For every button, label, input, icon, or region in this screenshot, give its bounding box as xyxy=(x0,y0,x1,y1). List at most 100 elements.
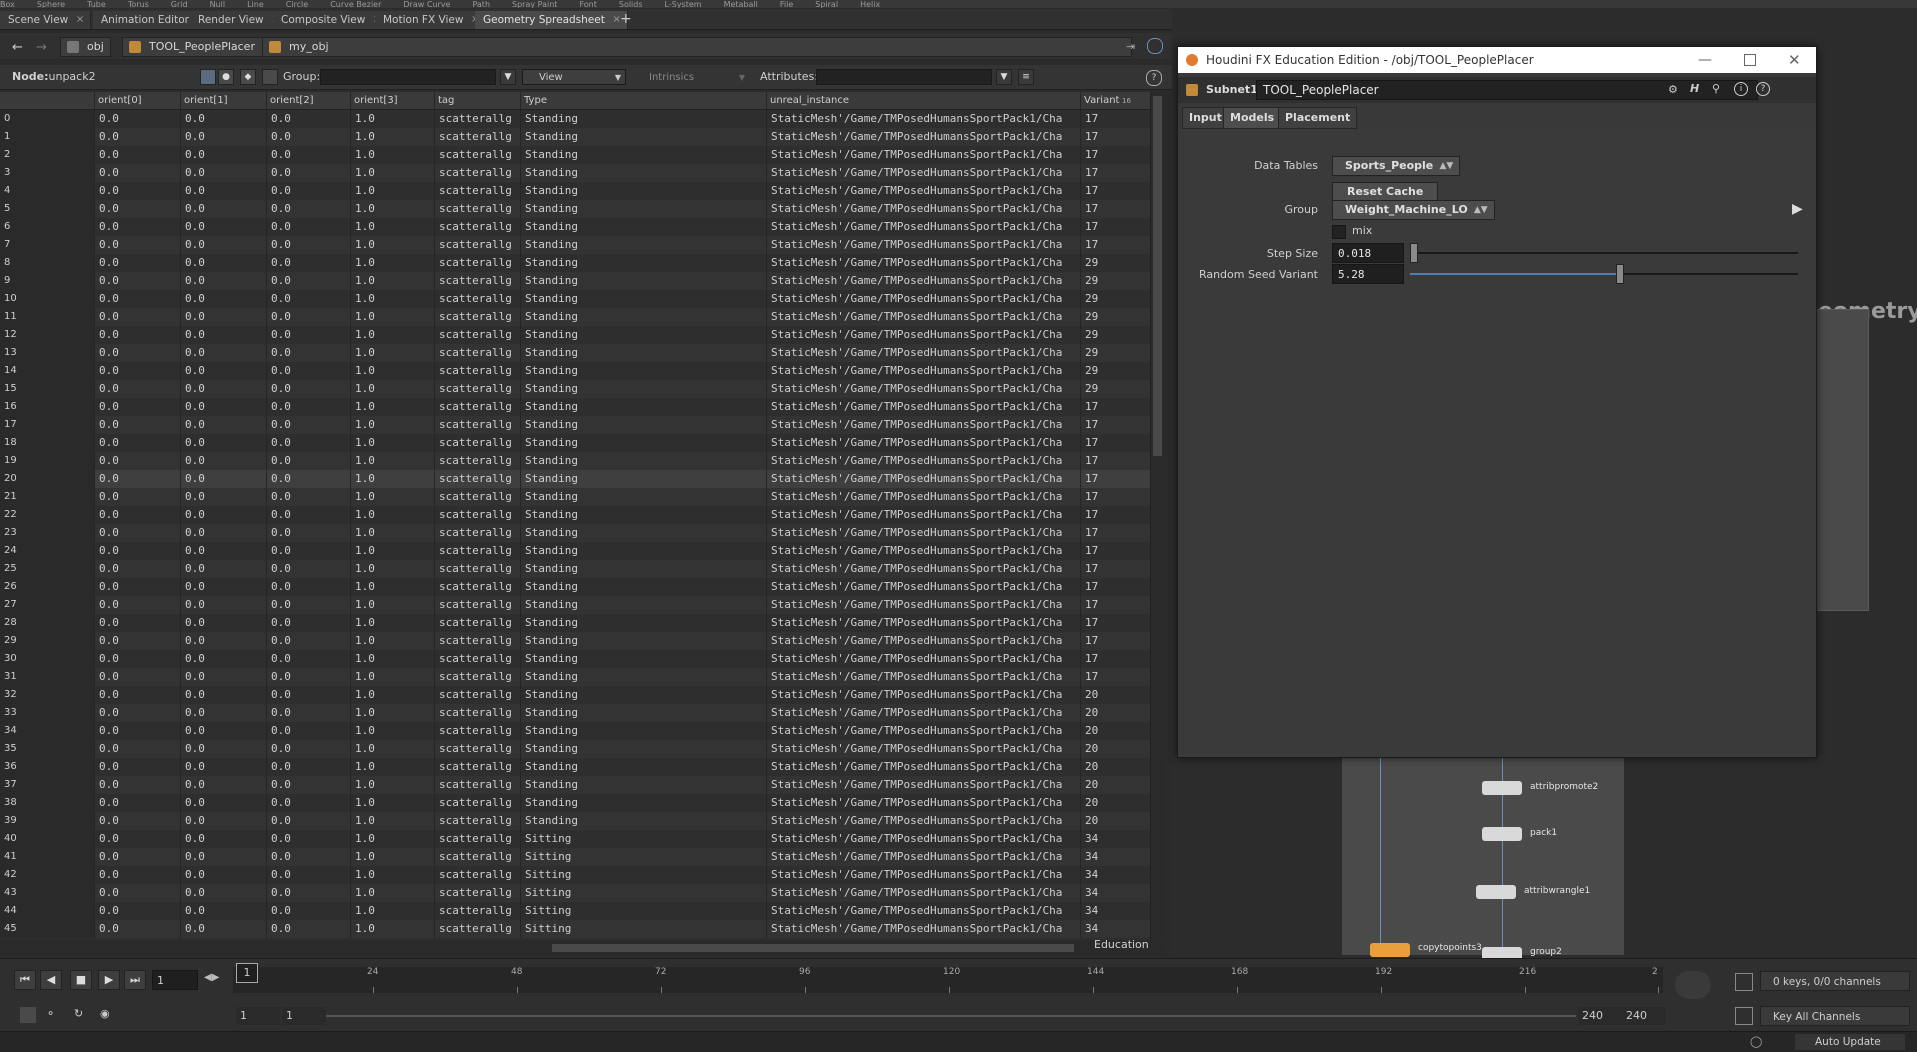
play-reverse-button[interactable]: ◀ xyxy=(40,970,62,990)
vertices-mode-icon[interactable]: ● xyxy=(218,69,234,85)
shelf-tool[interactable]: Spiral xyxy=(815,1,838,9)
houdini-h-icon[interactable]: H xyxy=(1690,82,1699,95)
tab-models[interactable]: Models xyxy=(1223,107,1282,129)
shelf-tool[interactable]: Torus xyxy=(128,1,149,9)
range-end-field-2[interactable]: 240 xyxy=(1622,1007,1666,1025)
table-row[interactable]: 42 0.0 0.0 0.0 1.0 scatterallg Sitting StaticMe… xyxy=(0,866,1150,884)
table-row[interactable]: 1 0.0 0.0 0.0 1.0 scatterallg Standing StaticMe… xyxy=(0,128,1150,146)
table-row[interactable]: 17 0.0 0.0 0.0 1.0 scatterallg Standing StaticM… xyxy=(0,416,1150,434)
jump-end-button[interactable]: ⏭ xyxy=(124,970,146,990)
shelf-tool[interactable]: L-System xyxy=(665,1,702,9)
chat-icon[interactable]: ◯ xyxy=(1750,1035,1762,1048)
shelf-tool[interactable]: Spray Paint xyxy=(512,1,557,9)
table-row[interactable]: 38 0.0 0.0 0.0 1.0 scatterallg Standing StaticM… xyxy=(0,794,1150,812)
shelf-tool[interactable]: Grid xyxy=(171,1,188,9)
forward-arrow-icon[interactable]: → xyxy=(36,40,47,55)
table-row[interactable]: 31 0.0 0.0 0.0 1.0 scatterallg Standing StaticM… xyxy=(0,668,1150,686)
minimize-icon[interactable]: — xyxy=(1698,47,1712,73)
menu-icon[interactable]: ≡ xyxy=(1018,69,1034,85)
range-start-field-2[interactable]: 1 xyxy=(282,1007,326,1025)
key-all-channels-button[interactable]: Key All Channels xyxy=(1760,1006,1910,1026)
detail-mode-icon[interactable] xyxy=(262,69,278,85)
table-row[interactable]: 19 0.0 0.0 0.0 1.0 scatterallg Standing StaticM… xyxy=(0,452,1150,470)
table-row[interactable]: 0 0.0 0.0 0.0 1.0 scatterallg Standing StaticMe… xyxy=(0,110,1150,128)
column-header[interactable]: orient[2] xyxy=(266,92,350,109)
table-row[interactable]: 40 0.0 0.0 0.0 1.0 scatterallg Sitting StaticMe… xyxy=(0,830,1150,848)
shelf-tool[interactable]: Box xyxy=(0,1,15,9)
shelf-tool[interactable]: Sphere xyxy=(37,1,65,9)
info-icon[interactable]: i xyxy=(1734,82,1748,96)
table-row[interactable]: 24 0.0 0.0 0.0 1.0 scatterallg Standing StaticM… xyxy=(0,542,1150,560)
points-mode-icon[interactable] xyxy=(200,69,216,85)
back-arrow-icon[interactable]: ← xyxy=(12,40,23,55)
table-row[interactable]: 20 0.0 0.0 0.0 1.0 scatterallg Standing StaticM… xyxy=(0,470,1150,488)
shelf-tool[interactable]: Solids xyxy=(619,1,643,9)
table-row[interactable]: 29 0.0 0.0 0.0 1.0 scatterallg Standing StaticM… xyxy=(0,632,1150,650)
dialog-titlebar[interactable]: Houdini FX Education Edition - /obj/TOOL… xyxy=(1178,47,1816,73)
attribute-filter-icon[interactable]: ▼ xyxy=(996,69,1012,85)
primitives-mode-icon[interactable]: ◆ xyxy=(240,69,256,85)
column-header[interactable]: orient[3] xyxy=(350,92,434,109)
range-start-field[interactable]: 1 xyxy=(236,1007,280,1025)
shelf-tool[interactable]: Line xyxy=(247,1,264,9)
scroll-thumb[interactable] xyxy=(552,944,1074,952)
table-row[interactable]: 8 0.0 0.0 0.0 1.0 scatterallg Standing StaticMe… xyxy=(0,254,1150,272)
group-menu[interactable]: Weight_Machine_LO ▲▼ xyxy=(1332,200,1495,220)
column-header[interactable]: Type xyxy=(520,92,766,109)
realtime-icon[interactable] xyxy=(20,1007,36,1023)
loop-icon[interactable]: ↻ xyxy=(74,1007,83,1020)
frame-marker[interactable]: 1 xyxy=(236,963,258,983)
column-header[interactable]: orient[1] xyxy=(180,92,266,109)
node-copytopoints3[interactable] xyxy=(1370,943,1410,957)
attributes-input[interactable] xyxy=(816,69,992,85)
table-row[interactable]: 34 0.0 0.0 0.0 1.0 scatterallg Standing StaticM… xyxy=(0,722,1150,740)
table-row[interactable]: 14 0.0 0.0 0.0 1.0 scatterallg Standing StaticM… xyxy=(0,362,1150,380)
table-row[interactable]: 2 0.0 0.0 0.0 1.0 scatterallg Standing StaticMe… xyxy=(0,146,1150,164)
data-tables-menu[interactable]: Sports_People ▲▼ xyxy=(1332,156,1461,176)
table-row[interactable]: 3 0.0 0.0 0.0 1.0 scatterallg Standing StaticMe… xyxy=(0,164,1150,182)
table-row[interactable]: 11 0.0 0.0 0.0 1.0 scatterallg Standing StaticM… xyxy=(0,308,1150,326)
vertical-scrollbar[interactable] xyxy=(1150,92,1165,940)
table-row[interactable]: 27 0.0 0.0 0.0 1.0 scatterallg Standing StaticM… xyxy=(0,596,1150,614)
shelf-tool[interactable]: Null xyxy=(210,1,226,9)
seed-field[interactable]: 5.28 xyxy=(1332,264,1404,284)
table-row[interactable]: 12 0.0 0.0 0.0 1.0 scatterallg Standing StaticM… xyxy=(0,326,1150,344)
table-row[interactable]: 28 0.0 0.0 0.0 1.0 scatterallg Standing StaticM… xyxy=(0,614,1150,632)
reset-cache-button[interactable]: Reset Cache xyxy=(1332,182,1439,202)
key-icon[interactable] xyxy=(1675,971,1711,999)
add-tab-icon[interactable]: + xyxy=(620,11,632,27)
table-row[interactable]: 18 0.0 0.0 0.0 1.0 scatterallg Standing StaticM… xyxy=(0,434,1150,452)
stop-button[interactable]: ■ xyxy=(70,970,92,990)
column-header[interactable] xyxy=(0,92,94,109)
table-row[interactable]: 4 0.0 0.0 0.0 1.0 scatterallg Standing StaticMe… xyxy=(0,182,1150,200)
table-row[interactable]: 16 0.0 0.0 0.0 1.0 scatterallg Standing StaticM… xyxy=(0,398,1150,416)
table-row[interactable]: 26 0.0 0.0 0.0 1.0 scatterallg Standing StaticM… xyxy=(0,578,1150,596)
step-arrows-icon[interactable]: ◀▶ xyxy=(204,972,219,983)
audio-icon[interactable]: ⚬ xyxy=(46,1007,55,1020)
table-row[interactable]: 45 0.0 0.0 0.0 1.0 scatterallg Sitting StaticMe… xyxy=(0,920,1150,938)
shelf-tool[interactable]: Helix xyxy=(860,1,880,9)
range-end-field[interactable]: 240 xyxy=(1578,1007,1622,1025)
horizontal-scrollbar[interactable]: Education xyxy=(0,938,1164,955)
intrinsics-dropdown[interactable]: Intrinsics ▼ xyxy=(632,69,750,85)
table-row[interactable]: 44 0.0 0.0 0.0 1.0 scatterallg Sitting StaticMe… xyxy=(0,902,1150,920)
shelf-tool[interactable]: Font xyxy=(579,1,596,9)
gear-icon[interactable]: ⚙ xyxy=(1668,83,1678,96)
table-row[interactable]: 25 0.0 0.0 0.0 1.0 scatterallg Standing StaticM… xyxy=(0,560,1150,578)
table-row[interactable]: 15 0.0 0.0 0.0 1.0 scatterallg Standing StaticM… xyxy=(0,380,1150,398)
table-row[interactable]: 43 0.0 0.0 0.0 1.0 scatterallg Sitting StaticMe… xyxy=(0,884,1150,902)
tab-placement[interactable]: Placement xyxy=(1278,107,1358,129)
close-tab-icon[interactable]: × xyxy=(76,11,84,29)
frame-input[interactable]: 1 xyxy=(152,970,198,990)
table-row[interactable]: 5 0.0 0.0 0.0 1.0 scatterallg Standing StaticMe… xyxy=(0,200,1150,218)
tab-input[interactable]: Input xyxy=(1182,107,1229,129)
path-root[interactable]: obj xyxy=(60,37,111,57)
maximize-icon[interactable] xyxy=(1744,54,1756,66)
step-size-slider[interactable] xyxy=(1410,252,1798,254)
play-button[interactable]: ▶ xyxy=(98,970,120,990)
shelf-tool[interactable]: Path xyxy=(472,1,490,9)
table-row[interactable]: 41 0.0 0.0 0.0 1.0 scatterallg Sitting StaticMe… xyxy=(0,848,1150,866)
shelf-tool[interactable]: Metaball xyxy=(724,1,758,9)
table-row[interactable]: 37 0.0 0.0 0.0 1.0 scatterallg Standing StaticM… xyxy=(0,776,1150,794)
step-size-handle[interactable] xyxy=(1410,243,1418,263)
